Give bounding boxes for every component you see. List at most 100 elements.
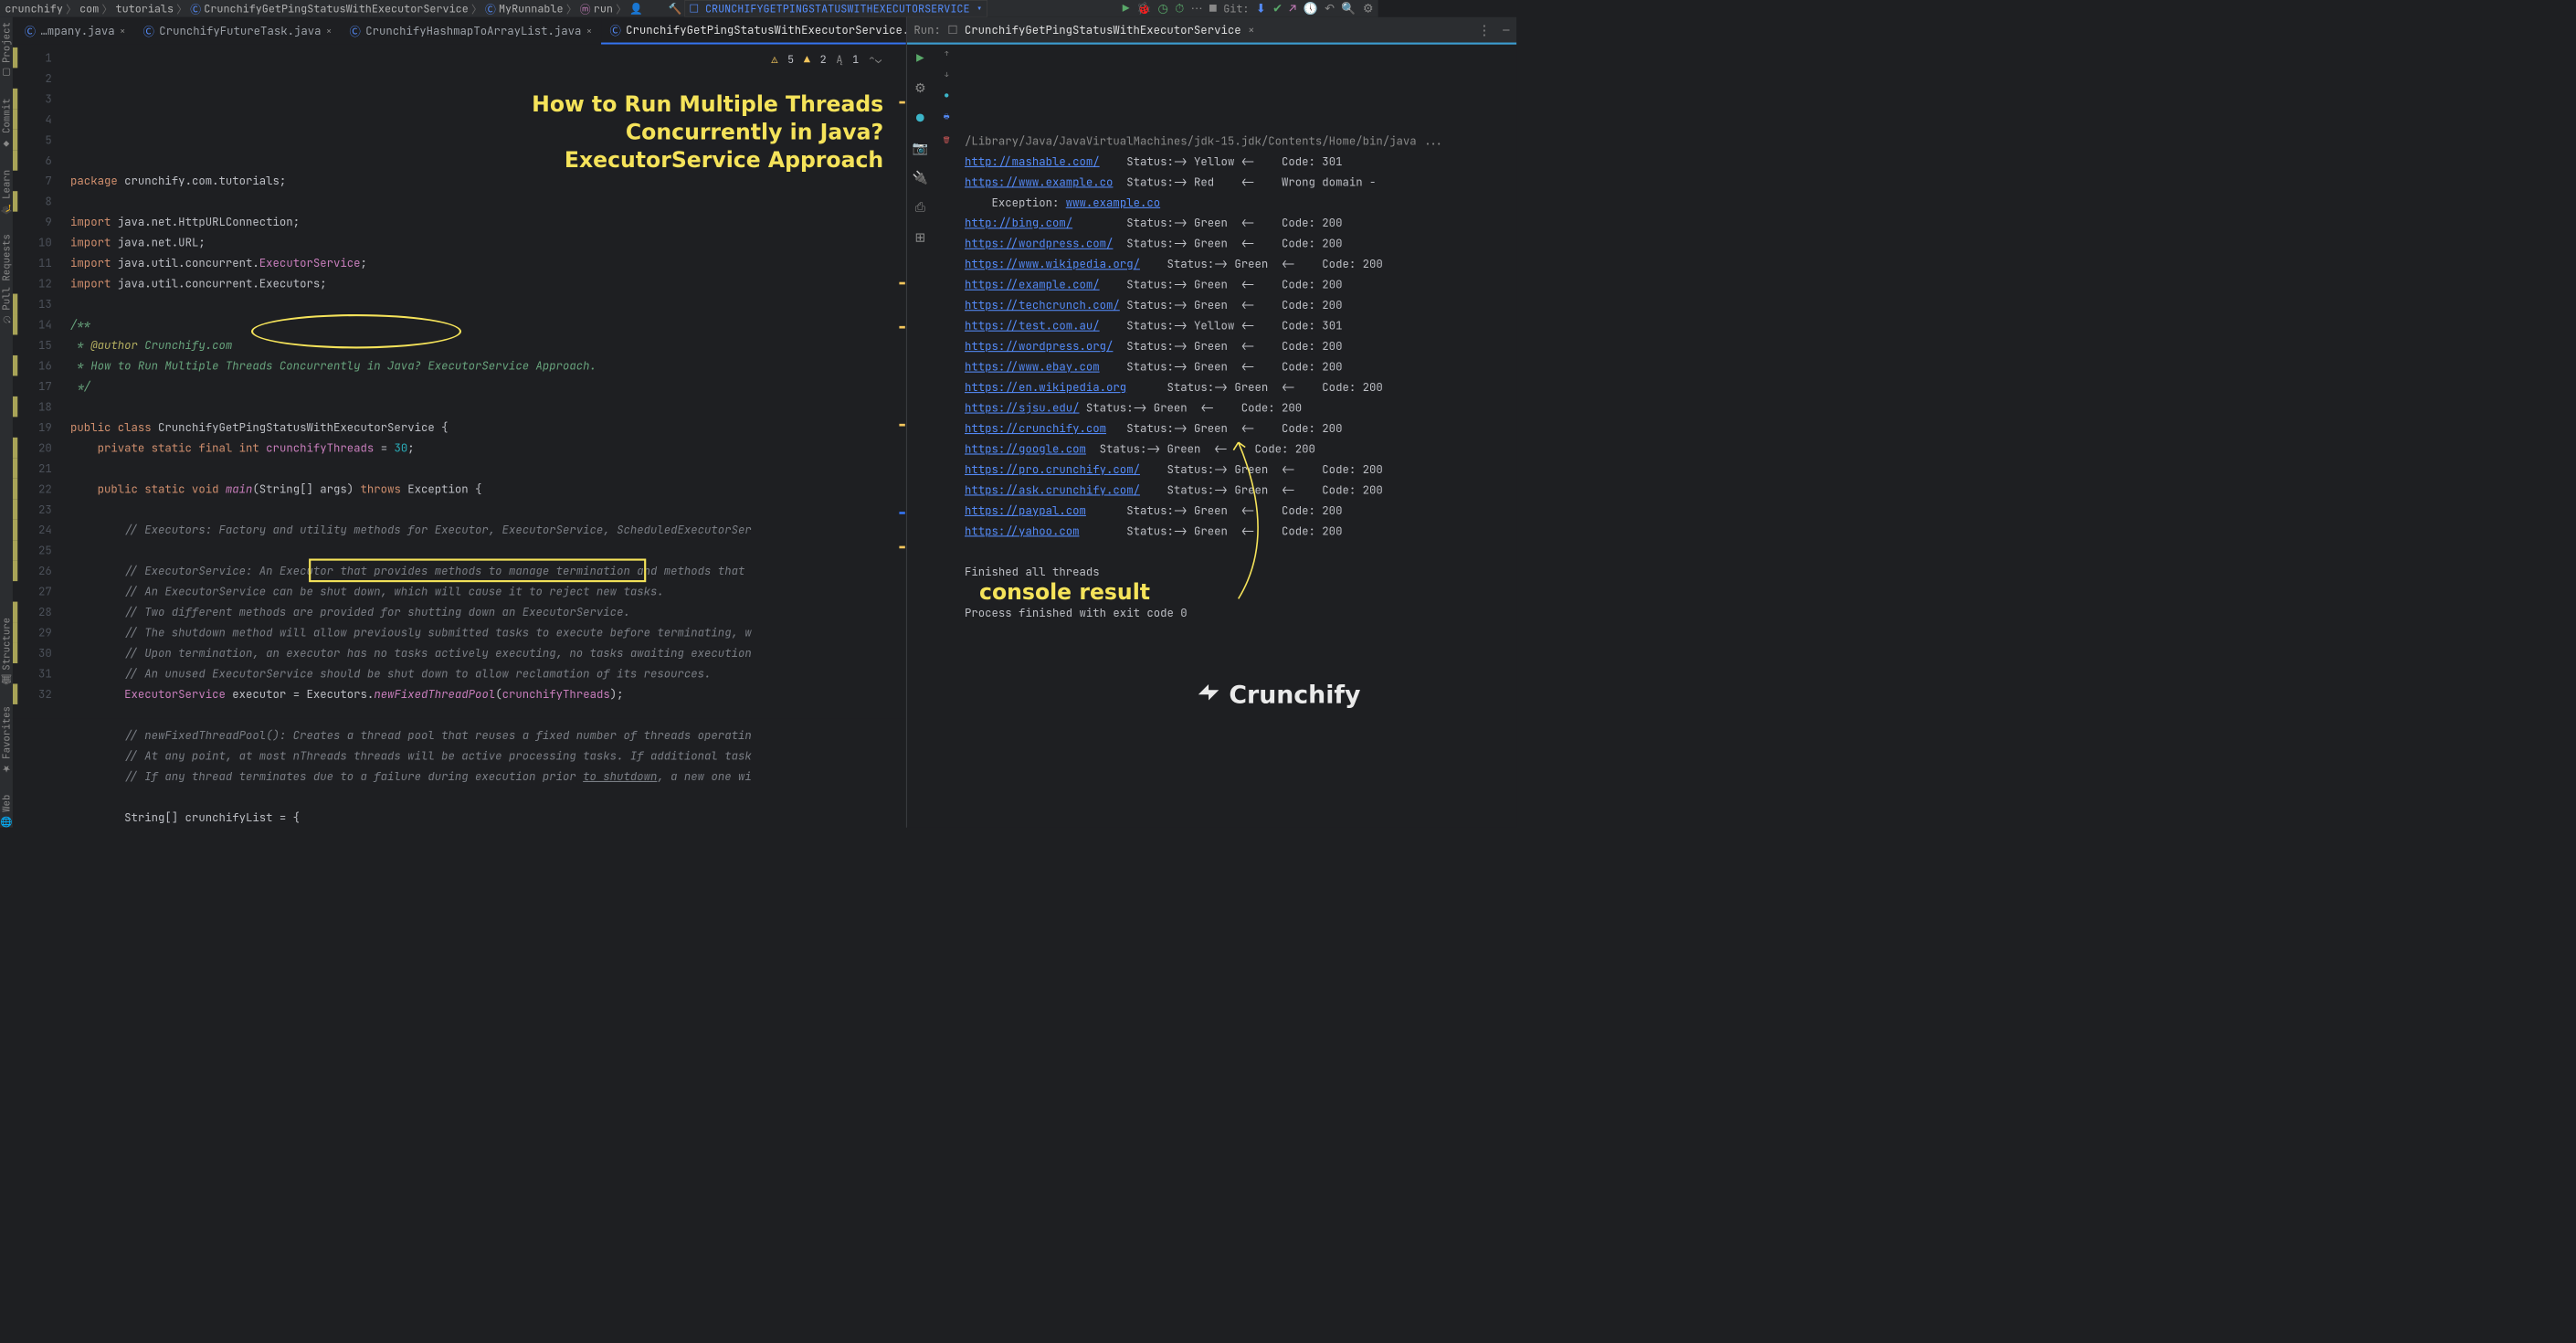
debug-icon[interactable]: 🐞 <box>1136 1 1151 16</box>
marker[interactable] <box>899 512 904 514</box>
console-link[interactable]: https://crunchify.com <box>965 421 1106 436</box>
tool-web[interactable]: 🌐Web <box>0 794 13 828</box>
console-link[interactable]: https://sjsu.edu/ <box>965 400 1080 415</box>
filter-icon[interactable]: ● <box>945 91 948 100</box>
git-rollback-icon[interactable]: ↶ <box>1325 1 1335 16</box>
console-link[interactable]: https://www.wikipedia.org/ <box>965 257 1140 271</box>
code-line[interactable] <box>70 787 906 807</box>
code-line[interactable]: // newFixedThreadPool(): Creates a threa… <box>70 724 906 745</box>
code-line[interactable]: // At any point, at most nThreads thread… <box>70 746 906 766</box>
code-line[interactable]: // The shutdown method will allow previo… <box>70 622 906 642</box>
code-editor[interactable]: ⚠5 ▲2 Ą1 ⌃⌄ How to Run Multiple Threads … <box>58 45 906 828</box>
close-icon[interactable]: × <box>326 25 332 37</box>
tool-favorites[interactable]: ★Favorites <box>0 706 13 775</box>
code-line[interactable] <box>70 704 906 724</box>
code-line[interactable]: // Executors: Factory and utility method… <box>70 520 906 540</box>
inspections-widget[interactable]: ⚠5 ▲2 Ą1 ⌃⌄ <box>771 49 882 69</box>
tool-pullrequests[interactable]: ⎋Pull Requests <box>0 234 13 323</box>
console-link[interactable]: https://paypal.com <box>965 503 1086 518</box>
settings-icon[interactable]: ⚙ <box>914 79 925 97</box>
code-line[interactable]: // Two different methods are provided fo… <box>70 602 906 622</box>
tab-pingstatus[interactable]: ⒸCrunchifyGetPingStatusWithExecutorServi… <box>601 17 906 45</box>
exit-icon[interactable]: ⎙ <box>915 198 925 216</box>
code-line[interactable]: // An unused ExecutorService should be s… <box>70 663 906 683</box>
hide-icon[interactable]: — <box>1503 23 1509 37</box>
console-link[interactable]: https://techcrunch.com/ <box>965 298 1120 312</box>
delete-icon[interactable]: 🗑 <box>943 136 951 144</box>
console-link[interactable]: https://www.ebay.com <box>965 359 1100 374</box>
user-icon[interactable]: 👤 <box>629 2 643 16</box>
tool-project[interactable]: ▢Project <box>0 22 13 79</box>
console-link[interactable]: https://wordpress.com/ <box>965 236 1113 250</box>
code-line[interactable]: private static final int crunchifyThread… <box>70 438 906 458</box>
marker[interactable] <box>899 424 904 427</box>
editor-minimap-rail[interactable] <box>897 72 906 828</box>
run-icon[interactable]: ▶ <box>1123 1 1130 16</box>
attach-icon[interactable]: ⋯ <box>1191 1 1203 16</box>
marker[interactable] <box>899 546 904 549</box>
console-link[interactable]: https://pro.crunchify.com/ <box>965 462 1140 477</box>
crumb-class[interactable]: CrunchifyGetPingStatusWithExecutorServic… <box>204 2 469 16</box>
tool-learn[interactable]: 🎓Learn <box>0 170 13 215</box>
close-icon[interactable]: × <box>120 25 125 37</box>
hammer-icon[interactable]: 🔨 <box>669 2 682 16</box>
marker[interactable] <box>899 282 904 285</box>
code-line[interactable] <box>70 458 906 478</box>
code-line[interactable]: // ExecutorService: An Executor that pro… <box>70 561 906 581</box>
git-push-icon[interactable]: ↗ <box>1289 1 1296 16</box>
code-line[interactable] <box>70 191 906 211</box>
code-line[interactable]: ExecutorService executor = Executors.new… <box>70 683 906 703</box>
code-line[interactable]: */ <box>70 375 906 396</box>
run-config-select[interactable]: ☐ CRUNCHIFYGETPINGSTATUSWITHEXECUTORSERV… <box>685 0 987 17</box>
plug-icon[interactable]: 🔌 <box>913 169 928 186</box>
code-line[interactable]: * @author Crunchify.com <box>70 334 906 354</box>
avatar-icon[interactable]: ● <box>916 109 924 126</box>
down-icon[interactable]: ↓ <box>945 70 948 79</box>
console-link[interactable]: https://wordpress.org/ <box>965 339 1113 354</box>
crumb-inner[interactable]: MyRunnable <box>499 2 564 16</box>
console-link[interactable]: http://mashable.com/ <box>965 154 1100 169</box>
up-icon[interactable]: ↑ <box>945 49 948 58</box>
tab-company[interactable]: Ⓒ…mpany.java× <box>16 17 134 45</box>
code-line[interactable]: // An ExecutorService can be shut down, … <box>70 581 906 601</box>
console-link[interactable]: https://www.example.co <box>965 174 1113 189</box>
code-line[interactable]: /** <box>70 314 906 334</box>
crumb-pkg1[interactable]: com <box>79 2 99 16</box>
code-line[interactable]: public static void main(String[] args) t… <box>70 479 906 499</box>
marker[interactable] <box>899 101 904 104</box>
code-line[interactable] <box>70 540 906 560</box>
code-line[interactable]: // Upon termination, an executor has no … <box>70 643 906 663</box>
search-icon[interactable]: 🔍 <box>1341 1 1356 16</box>
code-line[interactable] <box>70 294 906 314</box>
tab-hashmap[interactable]: ⒸCrunchifyHashmapToArrayList.java× <box>341 17 601 45</box>
more-icon[interactable]: ⋮ <box>1477 21 1491 39</box>
git-update-icon[interactable]: ⬇ <box>1256 1 1266 16</box>
console-link[interactable]: https://google.com <box>965 441 1086 456</box>
code-line[interactable]: // If any thread terminates due to a fai… <box>70 766 906 786</box>
marker[interactable] <box>899 326 904 329</box>
console-link[interactable]: http://bing.com/ <box>965 216 1072 230</box>
code-line[interactable]: import java.net.URL; <box>70 232 906 252</box>
console-link[interactable]: https://test.com.au/ <box>965 318 1100 333</box>
rerun-icon[interactable]: ▶ <box>916 49 924 67</box>
console-link[interactable]: https://ask.crunchify.com/ <box>965 482 1140 497</box>
crumb-pkg2[interactable]: tutorials <box>116 2 174 16</box>
tool-commit[interactable]: ◆Commit <box>0 99 13 151</box>
coverage-icon[interactable]: ◷ <box>1157 1 1167 16</box>
console-link[interactable]: www.example.co <box>1066 195 1160 209</box>
print-icon[interactable]: 🖶 <box>944 112 950 123</box>
camera-icon[interactable]: 📷 <box>913 139 928 156</box>
code-line[interactable]: String[] crunchifyList = { <box>70 807 906 827</box>
code-line[interactable]: * How to Run Multiple Threads Concurrent… <box>70 355 906 375</box>
stop-icon[interactable]: ■ <box>1209 1 1217 16</box>
code-line[interactable] <box>70 499 906 519</box>
code-line[interactable]: import java.util.concurrent.ExecutorServ… <box>70 253 906 273</box>
run-config-title[interactable]: CrunchifyGetPingStatusWithExecutorServic… <box>965 23 1241 37</box>
code-line[interactable] <box>70 397 906 417</box>
settings-icon[interactable]: ⚙ <box>1363 1 1374 16</box>
code-line[interactable]: public class CrunchifyGetPingStatusWithE… <box>70 417 906 437</box>
git-history-icon[interactable]: 🕔 <box>1304 1 1318 16</box>
layout-icon[interactable]: ⊞ <box>914 228 925 246</box>
crumb-root[interactable]: crunchify <box>5 2 63 16</box>
profile-icon[interactable]: ⏱ <box>1175 1 1184 16</box>
